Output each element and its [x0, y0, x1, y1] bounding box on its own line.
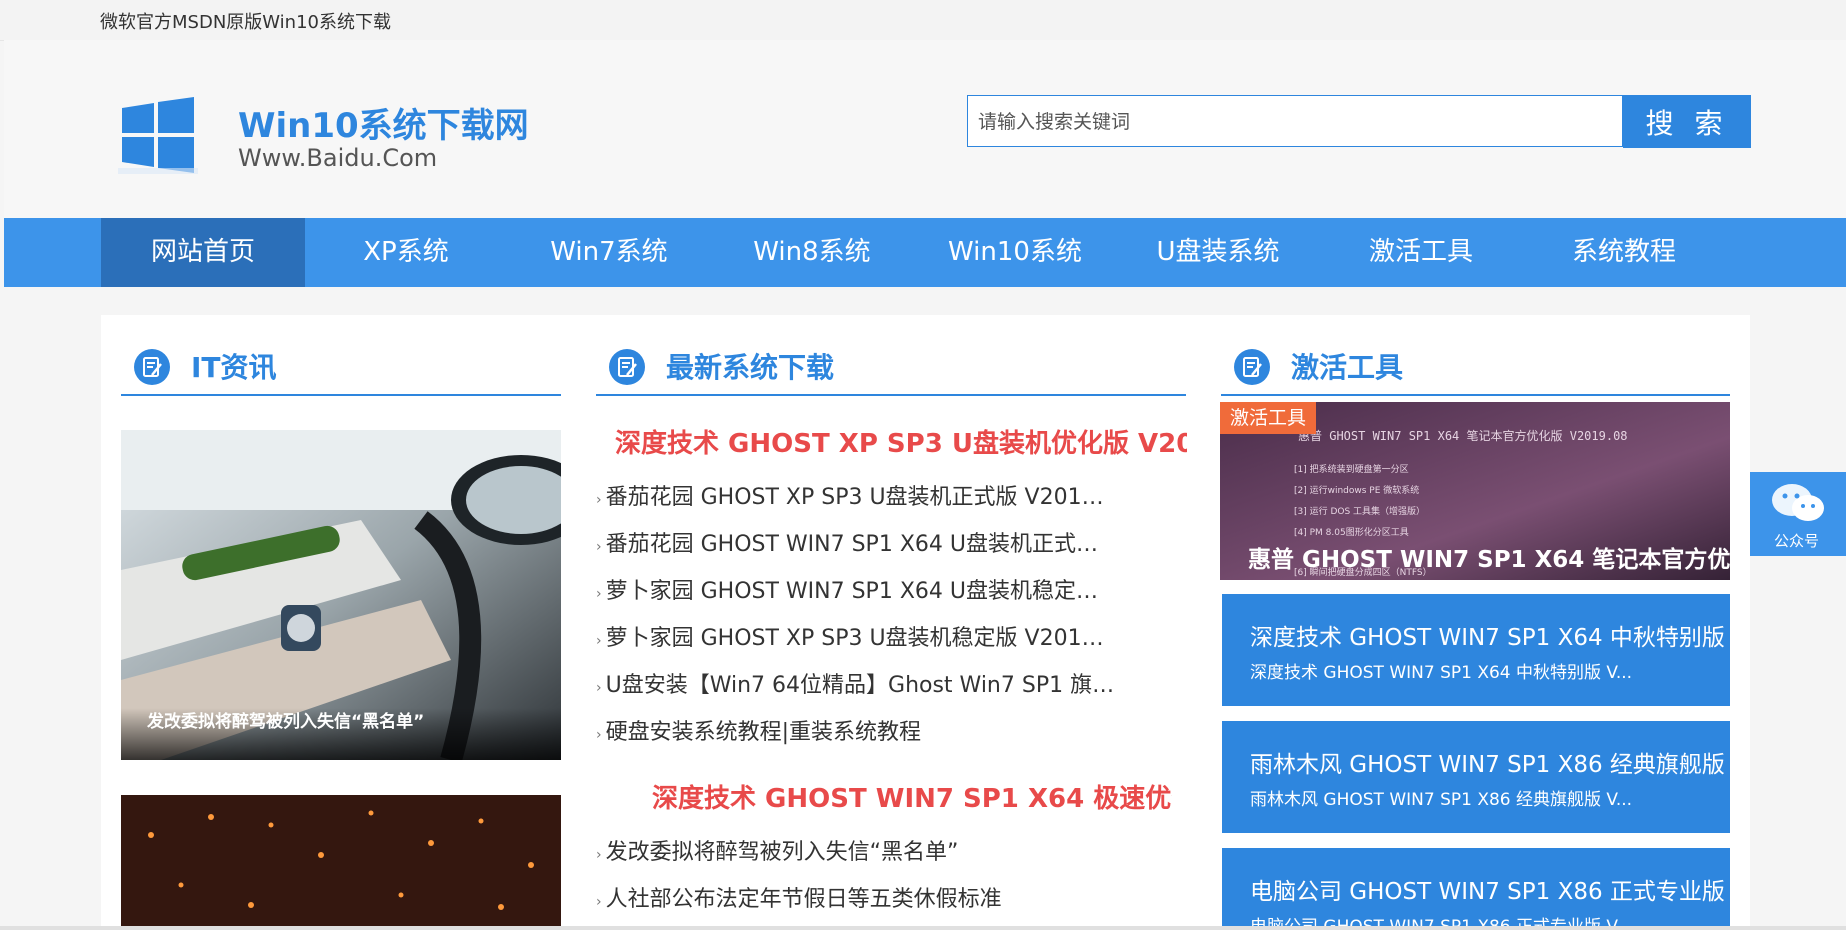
top-bar: 微软官方MSDN原版Win10系统下载	[0, 0, 1846, 41]
arrow-right-icon: ›	[596, 727, 602, 743]
activation-header: 激活工具	[1221, 334, 1730, 396]
activation-banner-caption[interactable]: 惠普 GHOST WIN7 SP1 X64 笔记本官方优化	[1248, 540, 1730, 574]
download-list-item[interactable]: › U盘安装【Win7 64位精品】Ghost Win7 SP1 旗舰...	[596, 667, 1116, 699]
activation-banner[interactable]: 惠普 GHOST WIN7 SP1 X64 笔记本官方优化版 V2019.08 …	[1220, 402, 1730, 580]
nav-item-xp[interactable]: XP系统	[304, 218, 508, 287]
download-list-item[interactable]: › 番茄花园 GHOST XP SP3 U盘装机正式版 V2019.06	[596, 479, 1116, 511]
activation-card[interactable]: 深度技术 GHOST WIN7 SP1 X64 中秋特别版 深度技术 GHOST…	[1222, 594, 1730, 706]
wechat-label: 公众号	[1774, 532, 1820, 550]
nav-item-tutorial[interactable]: 系统教程	[1522, 218, 1726, 287]
search-input[interactable]	[976, 96, 1610, 148]
arrow-right-icon: ›	[596, 680, 602, 696]
nav-item-home[interactable]: 网站首页	[101, 218, 305, 287]
windows-logo-icon[interactable]	[118, 96, 198, 176]
search-button[interactable]: 搜 索	[1623, 95, 1751, 148]
latest-title: 最新系统下载	[666, 351, 835, 384]
news-list-item[interactable]: › 发改委拟将醉驾被列入失信“黑名单”	[596, 834, 1116, 866]
banner-menu-item: [4] PM 8.05图形化分区工具	[1294, 526, 1409, 538]
activation-card-subtitle: 深度技术 GHOST WIN7 SP1 X64 中秋特别版 V...	[1250, 663, 1633, 683]
download-list-item[interactable]: › 硬盘安装系统教程|重装系统教程	[596, 714, 1116, 746]
activation-card[interactable]: 雨林木风 GHOST WIN7 SP1 X86 经典旗舰版 雨林木风 GHOST…	[1222, 721, 1730, 833]
search-box	[967, 95, 1623, 148]
edit-icon	[134, 349, 170, 385]
site-tagline: 微软官方MSDN原版Win10系统下载	[100, 12, 391, 33]
activation-card[interactable]: 电脑公司 GHOST WIN7 SP1 X86 正式专业版 电脑公司 GHOST…	[1222, 848, 1730, 926]
wechat-icon	[1772, 484, 1824, 521]
banner-image-title: 惠普 GHOST WIN7 SP1 X64 笔记本官方优化版 V2019.08	[1298, 428, 1628, 443]
nav-item-usb[interactable]: U盘装系统	[1116, 218, 1320, 287]
activation-tag: 激活工具	[1220, 402, 1316, 434]
banner-menu-item: [2] 运行windows PE 微软系统	[1294, 484, 1419, 496]
latest-header: 最新系统下载	[596, 334, 1186, 396]
featured-download-1[interactable]: 深度技术 GHOST XP SP3 U盘装机优化版 V2019.0	[615, 423, 1187, 460]
news-image-card[interactable]: 发改委拟将醉驾被列入失信“黑名单”	[121, 430, 561, 760]
arrow-right-icon: ›	[596, 539, 602, 555]
download-list-item[interactable]: › 番茄花园 GHOST WIN7 SP1 X64 U盘装机正式版 V...	[596, 526, 1116, 558]
activation-title: 激活工具	[1291, 351, 1404, 384]
activation-card-subtitle: 电脑公司 GHOST WIN7 SP1 X86 正式专业版 V...	[1250, 912, 1632, 926]
download-list-item[interactable]: › 萝卜家园 GHOST XP SP3 U盘装机稳定版 V2019.07	[596, 620, 1116, 652]
arrow-right-icon: ›	[596, 633, 602, 649]
news-list-item[interactable]: › 人社部公布法定年节假日等五类休假标准	[596, 881, 1116, 913]
arrow-right-icon: ›	[596, 847, 602, 863]
activation-card-title[interactable]: 电脑公司 GHOST WIN7 SP1 X86 正式专业版	[1250, 872, 1725, 906]
news-image-caption[interactable]: 发改委拟将醉驾被列入失信“黑名单”	[147, 707, 424, 732]
wechat-widget[interactable]: 公众号	[1750, 472, 1846, 556]
activation-card-title[interactable]: 深度技术 GHOST WIN7 SP1 X64 中秋特别版	[1250, 618, 1725, 652]
activation-card-title[interactable]: 雨林木风 GHOST WIN7 SP1 X86 经典旗舰版	[1250, 745, 1725, 779]
nav-item-win7[interactable]: Win7系统	[507, 218, 711, 287]
main-nav: 网站首页 XP系统 Win7系统 Win8系统 Win10系统 U盘装系统 激活…	[4, 218, 1846, 287]
site-domain: Www.Baidu.Com	[238, 144, 438, 172]
nav-item-win8[interactable]: Win8系统	[710, 218, 914, 287]
featured-download-2[interactable]: 深度技术 GHOST WIN7 SP1 X64 极速优化版	[652, 778, 1172, 815]
arrow-right-icon: ›	[596, 492, 602, 508]
it-news-header: IT资讯	[121, 334, 561, 396]
nav-item-win10[interactable]: Win10系统	[913, 218, 1117, 287]
arrow-right-icon: ›	[596, 586, 602, 602]
it-news-title: IT资讯	[191, 351, 277, 384]
site-title[interactable]: Win10系统下载网	[238, 98, 529, 147]
edit-icon	[1234, 349, 1270, 385]
edit-icon	[609, 349, 645, 385]
stage-lights-photo	[121, 795, 561, 926]
news-image-card-2[interactable]	[121, 795, 561, 926]
download-list-item[interactable]: › 萝卜家园 GHOST WIN7 SP1 X64 U盘装机稳定版 V...	[596, 573, 1116, 605]
arrow-right-icon: ›	[596, 894, 602, 910]
bottom-border	[0, 926, 1846, 930]
banner-menu-item: [3] 运行 DOS 工具集（增强版）	[1294, 505, 1425, 517]
nav-item-activation[interactable]: 激活工具	[1319, 218, 1523, 287]
banner-menu-item: [1] 把系统装到硬盘第一分区	[1294, 463, 1409, 475]
activation-card-subtitle: 雨林木风 GHOST WIN7 SP1 X86 经典旗舰版 V...	[1250, 790, 1633, 810]
